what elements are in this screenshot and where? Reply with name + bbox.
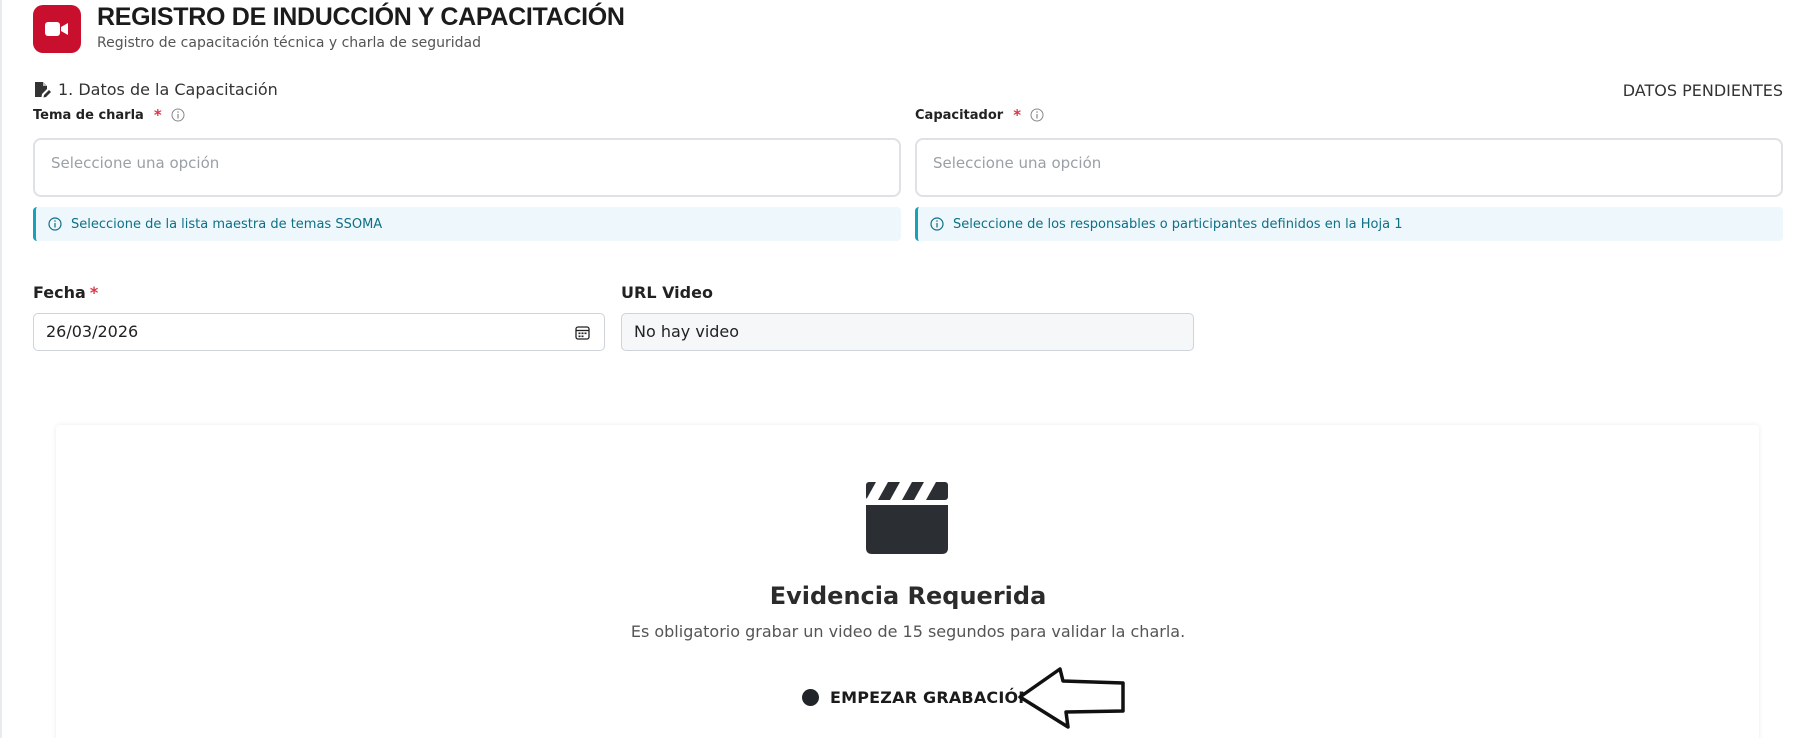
evidence-title: Evidencia Requerida xyxy=(769,582,1047,610)
evidence-description: Es obligatorio grabar un video de 15 seg… xyxy=(630,622,1186,641)
required-mark: * xyxy=(89,283,99,302)
tema-placeholder: Seleccione una opción xyxy=(51,154,220,172)
start-recording-label: EMPEZAR GRABACIÓN xyxy=(830,687,1032,707)
page-subtitle: Registro de capacitación técnica y charl… xyxy=(97,35,482,51)
start-recording-button[interactable]: EMPEZAR GRABACIÓN xyxy=(802,684,1032,710)
required-mark: * xyxy=(1013,106,1022,124)
capacitador-label-text: Capacitador xyxy=(915,107,1004,123)
info-icon[interactable] xyxy=(171,108,185,122)
pointer-arrow-icon xyxy=(1018,667,1125,729)
tema-label-text: Tema de charla xyxy=(33,107,144,123)
tema-select[interactable]: Seleccione una opción xyxy=(33,138,901,197)
url-video-field: No hay video xyxy=(621,313,1194,351)
capacitador-select[interactable]: Seleccione una opción xyxy=(915,138,1783,197)
section-title: 1. Datos de la Capacitación xyxy=(58,80,278,99)
page-title: REGISTRO DE INDUCCIÓN Y CAPACITACIÓN xyxy=(97,3,625,31)
fecha-label-text: Fecha xyxy=(33,283,86,302)
required-mark: * xyxy=(153,106,162,124)
info-circle-icon xyxy=(930,217,944,231)
status-badge: DATOS PENDIENTES xyxy=(1622,81,1783,100)
info-icon[interactable] xyxy=(1030,108,1044,122)
edit-document-icon xyxy=(35,82,51,98)
clapperboard-icon xyxy=(866,482,948,554)
video-camera-icon xyxy=(33,5,81,53)
capacitador-placeholder: Seleccione una opción xyxy=(933,154,1102,172)
tema-label: Tema de charla * xyxy=(33,106,185,124)
record-dot-icon xyxy=(802,688,819,706)
info-circle-icon xyxy=(48,217,62,231)
calendar-icon[interactable] xyxy=(575,325,590,340)
tema-hint-text: Seleccione de la lista maestra de temas … xyxy=(71,216,383,232)
fecha-label: Fecha * xyxy=(33,283,98,302)
url-video-value: No hay video xyxy=(634,322,740,341)
capacitador-label: Capacitador * xyxy=(915,106,1044,124)
tema-hint: Seleccione de la lista maestra de temas … xyxy=(33,207,901,241)
capacitador-hint: Seleccione de los responsables o partici… xyxy=(915,207,1783,241)
capacitador-hint-text: Seleccione de los responsables o partici… xyxy=(953,216,1403,232)
fecha-value: 26/03/2026 xyxy=(46,322,139,341)
url-video-label: URL Video xyxy=(621,283,713,302)
fecha-date-input[interactable]: 26/03/2026 xyxy=(33,313,605,351)
